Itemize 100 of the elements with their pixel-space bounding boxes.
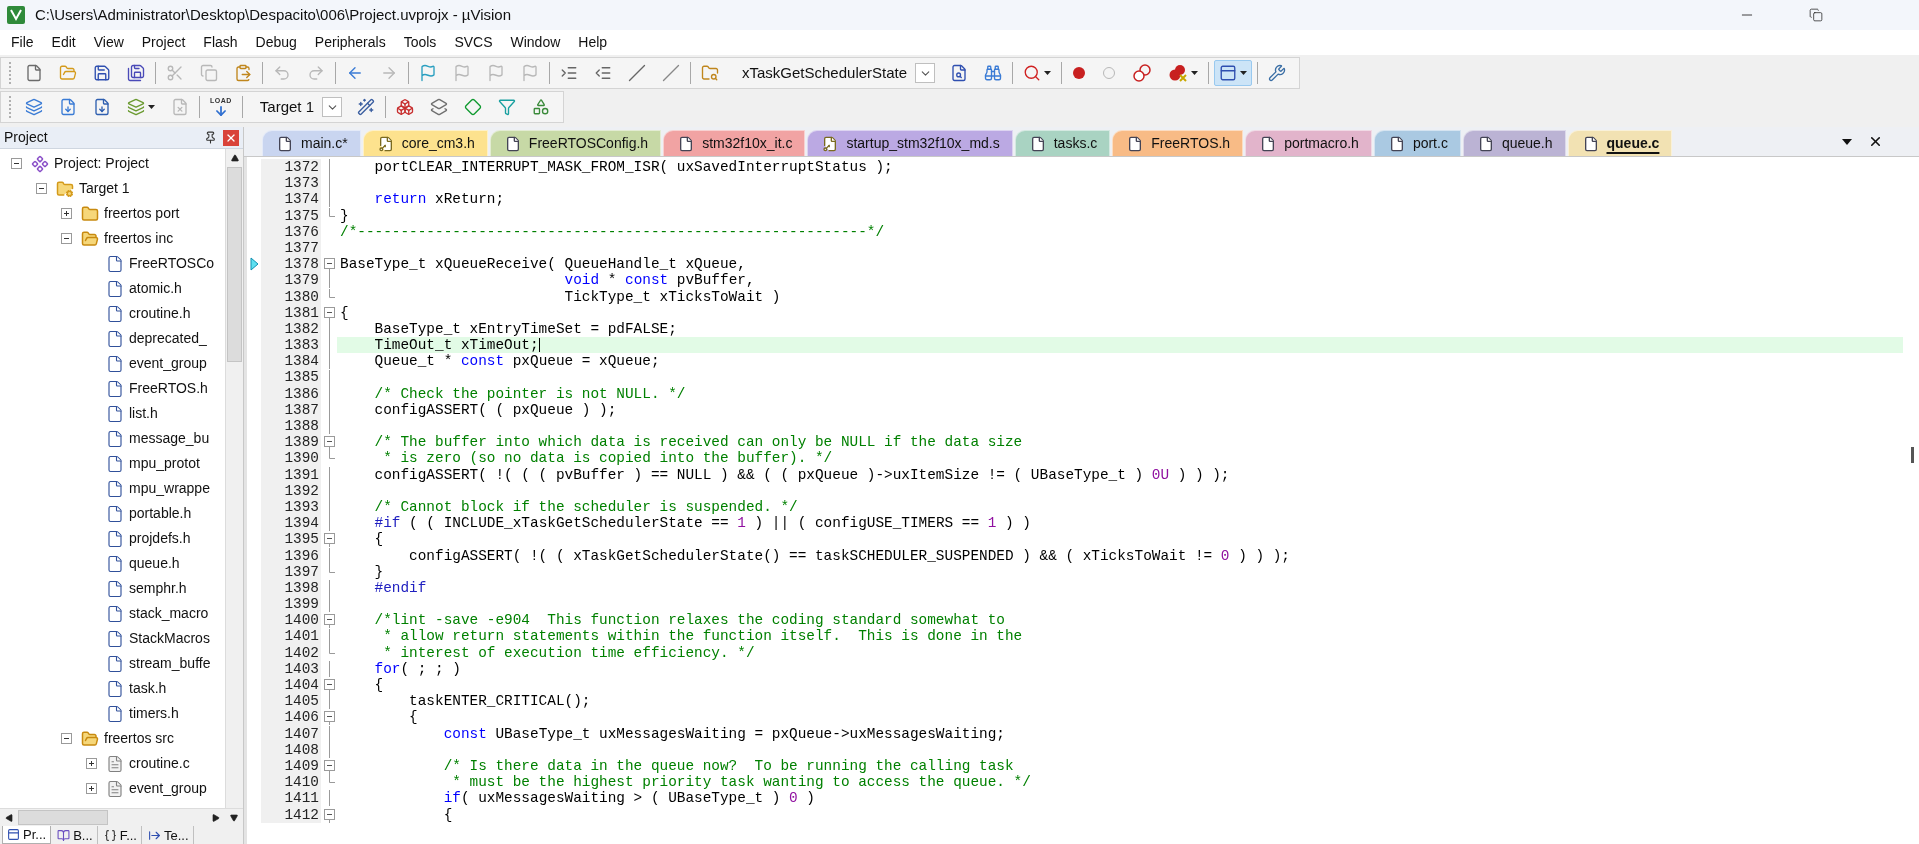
menu-item[interactable]: Flash (194, 32, 247, 53)
close-icon[interactable] (1868, 134, 1883, 149)
collapse-toggle[interactable] (61, 733, 72, 744)
tree-item[interactable]: atomic.h (129, 278, 182, 299)
tree-item[interactable]: list.h (129, 403, 158, 424)
file-tab[interactable]: main.c* (262, 130, 361, 156)
tree-item[interactable]: FreeRTOS.h (129, 378, 208, 399)
file-tab[interactable]: queue.h (1462, 130, 1566, 156)
tree-item[interactable]: freertos inc (104, 228, 174, 249)
binoculars-icon (984, 64, 1003, 82)
tree-item[interactable]: freertos src (104, 728, 174, 749)
tree-item[interactable]: projdefs.h (129, 528, 191, 549)
line-number: 1379 (261, 272, 321, 289)
code-line: BaseType_t xEntryTimeSet = pdFALSE; (373, 320, 677, 338)
collapse-toggle[interactable] (11, 158, 22, 169)
scroll-up-icon[interactable] (230, 154, 239, 162)
document-icon (106, 304, 124, 323)
tree-item[interactable]: Target 1 (79, 178, 130, 199)
fold-toggle[interactable] (323, 256, 335, 273)
tree-item[interactable]: croutine.h (129, 303, 191, 324)
file-tab[interactable]: queue.c (1567, 130, 1673, 156)
scrollbar-thumb[interactable] (1911, 447, 1914, 463)
scrollbar-thumb[interactable] (227, 167, 242, 362)
file-tab[interactable]: port.c (1373, 130, 1461, 156)
expand-toggle[interactable] (86, 783, 97, 794)
circles-icon (1132, 64, 1153, 82)
document-icon (106, 679, 124, 698)
fold-toggle[interactable] (323, 709, 335, 726)
file-tab[interactable]: FreeRTOSConfig.h (489, 130, 662, 156)
tree-item[interactable]: croutine.c (129, 753, 190, 774)
folder-icon (81, 204, 99, 223)
tree-item[interactable]: timers.h (129, 703, 179, 724)
menu-item[interactable]: Help (569, 32, 617, 53)
menu-item[interactable]: Tools (394, 32, 446, 53)
document-icon (106, 404, 124, 423)
tree-item[interactable]: FreeRTOSCo (129, 253, 215, 274)
restore-icon[interactable] (1809, 8, 1823, 22)
fold-toggle[interactable] (323, 434, 335, 451)
collapse-toggle[interactable] (36, 183, 47, 194)
tree-item[interactable]: event_group (129, 353, 207, 374)
menu-item[interactable]: Peripherals (305, 32, 395, 53)
tree-item[interactable]: message_bu (129, 428, 210, 449)
line-number: 1383 (261, 337, 321, 354)
menu-item[interactable]: Edit (42, 32, 85, 53)
code-line: TickType_t xTicksToWait ) (563, 288, 781, 305)
file-tab[interactable]: core_cm3.h (362, 130, 488, 156)
floppy-disks-icon (127, 64, 145, 82)
dropdown-icon[interactable] (1842, 139, 1852, 145)
expand-toggle[interactable] (61, 208, 72, 219)
window-button[interactable] (1214, 60, 1253, 86)
expand-toggle[interactable] (86, 758, 97, 769)
tree-item[interactable]: mpu_wrappe (129, 478, 210, 499)
fold-toggle[interactable] (323, 304, 335, 321)
line-number: 1385 (261, 369, 321, 386)
tree-item[interactable]: Project: Project (54, 153, 149, 174)
stacked-windows-icon (430, 98, 449, 116)
tree-item[interactable]: task.h (129, 678, 167, 699)
scrollbar-thumb[interactable] (18, 810, 108, 825)
menu-item[interactable]: File (2, 32, 43, 53)
file-tab[interactable]: FreeRTOS.h (1112, 130, 1244, 156)
caret-icon (1044, 71, 1052, 75)
file-tab[interactable]: startup_stm32f10x_md.s (807, 130, 1013, 156)
text-cursor (538, 338, 540, 353)
pin-icon[interactable] (204, 131, 217, 144)
close-button[interactable] (223, 129, 239, 146)
menu-item[interactable]: View (84, 32, 133, 53)
document-icon (106, 554, 124, 573)
tree-item[interactable]: event_group (129, 778, 207, 799)
scroll-left-icon[interactable] (5, 813, 13, 822)
file-down-icon (93, 98, 111, 116)
menu-item[interactable]: Project (132, 32, 195, 53)
tree-item[interactable]: deprecated_ (129, 328, 207, 349)
menu-item[interactable]: SVCS (445, 32, 502, 53)
fold-toggle[interactable] (323, 531, 335, 548)
fold-line (329, 450, 335, 460)
tree-item[interactable]: queue.h (129, 553, 180, 574)
menu-item[interactable]: Debug (246, 32, 306, 53)
panel-title: Project (4, 128, 48, 147)
tree-item[interactable]: stack_macro (129, 603, 209, 624)
fold-toggle[interactable] (323, 677, 335, 694)
tree-item[interactable]: portable.h (129, 503, 192, 524)
tree-item[interactable]: freertos port (104, 203, 180, 224)
collapse-toggle[interactable] (61, 233, 72, 244)
fold-toggle[interactable] (323, 758, 335, 775)
scroll-right-icon[interactable] (212, 813, 220, 822)
tree-item[interactable]: stream_buffe (129, 653, 211, 674)
scroll-down-icon[interactable] (230, 813, 238, 822)
tree-item[interactable]: mpu_protot (129, 453, 200, 474)
file-tab[interactable]: tasks.c (1014, 130, 1111, 156)
fold-toggle[interactable] (323, 612, 335, 629)
file-tab[interactable]: stm32f10x_it.c (663, 130, 806, 156)
fold-toggle[interactable] (323, 806, 335, 823)
menu-item[interactable]: Window (501, 32, 570, 53)
document-icon (1127, 135, 1144, 152)
file-tab[interactable]: portmacro.h (1245, 130, 1372, 156)
document-icon (106, 604, 124, 623)
redo-icon (307, 64, 325, 82)
tree-item[interactable]: semphr.h (129, 578, 187, 599)
tree-item[interactable]: StackMacros (129, 628, 210, 649)
panel-tab[interactable]: Pr... (2, 826, 52, 844)
